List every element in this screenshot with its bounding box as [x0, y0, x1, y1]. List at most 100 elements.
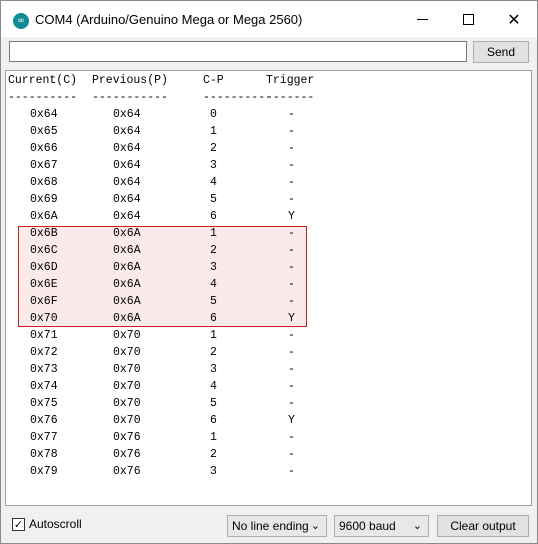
- output-row: 0x6F 0x6A 5 -: [8, 293, 528, 310]
- autoscroll-checkbox[interactable]: ✓: [12, 518, 25, 531]
- output-cell: 0x75: [30, 397, 58, 410]
- output-row: 0x64 0x64 0 -: [8, 106, 528, 123]
- output-cell: 2: [210, 142, 217, 155]
- output-cell: 0x76: [113, 431, 141, 444]
- output-row: 0x77 0x76 1 -: [8, 429, 528, 446]
- output-cell: 1: [210, 431, 217, 444]
- window-title: COM4 (Arduino/Genuino Mega or Mega 2560): [35, 12, 303, 27]
- output-row: 0x6E 0x6A 4 -: [8, 276, 528, 293]
- output-cell: 0x74: [30, 380, 58, 393]
- output-row: 0x68 0x64 4 -: [8, 174, 528, 191]
- output-cell: Y: [288, 414, 295, 427]
- output-cell: -: [288, 448, 295, 461]
- output-cell: 0: [210, 108, 217, 121]
- output-cell: 0x64: [113, 193, 141, 206]
- maximize-button[interactable]: [445, 1, 491, 37]
- output-cell: 0x6A: [113, 312, 141, 325]
- output-cell: 0x64: [113, 125, 141, 138]
- output-cell: 5: [210, 193, 217, 206]
- serial-input[interactable]: [9, 41, 467, 62]
- autoscroll-label[interactable]: Autoscroll: [29, 517, 82, 531]
- output-cell: 4: [210, 278, 217, 291]
- output-row: 0x73 0x70 3 -: [8, 361, 528, 378]
- output-row: 0x66 0x64 2 -: [8, 140, 528, 157]
- serial-output[interactable]: Current(C) Previous(P) C-P Trigger ---------…: [5, 70, 532, 506]
- output-cell: 0x77: [30, 431, 58, 444]
- output-cell: Trigger: [266, 74, 315, 87]
- output-row: 0x71 0x70 1 -: [8, 327, 528, 344]
- output-cell: 1: [210, 125, 217, 138]
- line-ending-select[interactable]: No line ending ⌄: [227, 515, 327, 537]
- baud-value: 9600 baud: [339, 519, 396, 533]
- maximize-icon: [462, 13, 474, 25]
- output-row: 0x6A 0x64 6 Y: [8, 208, 528, 225]
- output-cell: 0x76: [30, 414, 58, 427]
- output-cell: -: [288, 397, 295, 410]
- output-cell: 0x69: [30, 193, 58, 206]
- output-cell: 0x65: [30, 125, 58, 138]
- output-cell: 2: [210, 244, 217, 257]
- output-cell: 2: [210, 346, 217, 359]
- output-row: 0x65 0x64 1 -: [8, 123, 528, 140]
- output-cell: 0x6D: [30, 261, 58, 274]
- output-cell: 0x72: [30, 346, 58, 359]
- output-cell: 0x78: [30, 448, 58, 461]
- close-button[interactable]: ✕: [491, 1, 537, 37]
- output-cell: -----------: [92, 91, 168, 104]
- output-cell: C-P: [203, 74, 224, 87]
- output-cell: Y: [288, 210, 295, 223]
- output-cell: 5: [210, 397, 217, 410]
- output-cell: 1: [210, 329, 217, 342]
- output-cell: 0x70: [113, 346, 141, 359]
- send-button[interactable]: Send: [473, 41, 529, 63]
- output-cell: 0x68: [30, 176, 58, 189]
- output-cell: -: [288, 176, 295, 189]
- output-cell: -: [288, 125, 295, 138]
- output-cell: 0x64: [113, 176, 141, 189]
- clear-output-button[interactable]: Clear output: [437, 515, 529, 537]
- output-cell: 0x70: [113, 397, 141, 410]
- output-cell: -: [288, 295, 295, 308]
- output-row: 0x78 0x76 2 -: [8, 446, 528, 463]
- output-cell: Previous(P): [92, 74, 168, 87]
- output-header: Current(C) Previous(P) C-P Trigger: [8, 72, 528, 89]
- output-cell: 0x71: [30, 329, 58, 342]
- output-cell: 0x64: [30, 108, 58, 121]
- output-row: 0x6D 0x6A 3 -: [8, 259, 528, 276]
- chevron-down-icon: ⌄: [310, 519, 320, 532]
- minimize-button[interactable]: [399, 1, 445, 37]
- output-cell: -------: [266, 91, 315, 104]
- chevron-down-icon: ⌄: [412, 519, 422, 532]
- output-row: 0x74 0x70 4 -: [8, 378, 528, 395]
- output-cell: -: [288, 142, 295, 155]
- output-row: 0x70 0x6A 6 Y: [8, 310, 528, 327]
- output-cell: -: [288, 346, 295, 359]
- minimize-icon: [416, 18, 428, 20]
- output-cell: 0x6F: [30, 295, 58, 308]
- output-cell: -: [288, 193, 295, 206]
- output-cell: -: [288, 329, 295, 342]
- output-cell: 3: [210, 363, 217, 376]
- output-cell: 0x6B: [30, 227, 58, 240]
- output-cell: 0x64: [113, 142, 141, 155]
- output-cell: 1: [210, 227, 217, 240]
- output-row: 0x79 0x76 3 -: [8, 463, 528, 480]
- output-cell: 0x70: [113, 380, 141, 393]
- output-cell: 0x64: [113, 108, 141, 121]
- line-ending-value: No line ending: [232, 519, 309, 533]
- output-cell: 0x6A: [113, 261, 141, 274]
- output-cell: 3: [210, 261, 217, 274]
- baud-select[interactable]: 9600 baud ⌄: [334, 515, 429, 537]
- output-cell: 0x73: [30, 363, 58, 376]
- output-cell: -: [288, 380, 295, 393]
- output-row: 0x6C 0x6A 2 -: [8, 242, 528, 259]
- output-cell: 2: [210, 448, 217, 461]
- output-cell: 0x6A: [30, 210, 58, 223]
- output-cell: 0x66: [30, 142, 58, 155]
- output-cell: 0x6A: [113, 244, 141, 257]
- output-cell: 3: [210, 465, 217, 478]
- output-cell: ----------: [203, 91, 273, 104]
- output-cell: 0x6E: [30, 278, 58, 291]
- output-row: 0x76 0x70 6 Y: [8, 412, 528, 429]
- output-row: 0x72 0x70 2 -: [8, 344, 528, 361]
